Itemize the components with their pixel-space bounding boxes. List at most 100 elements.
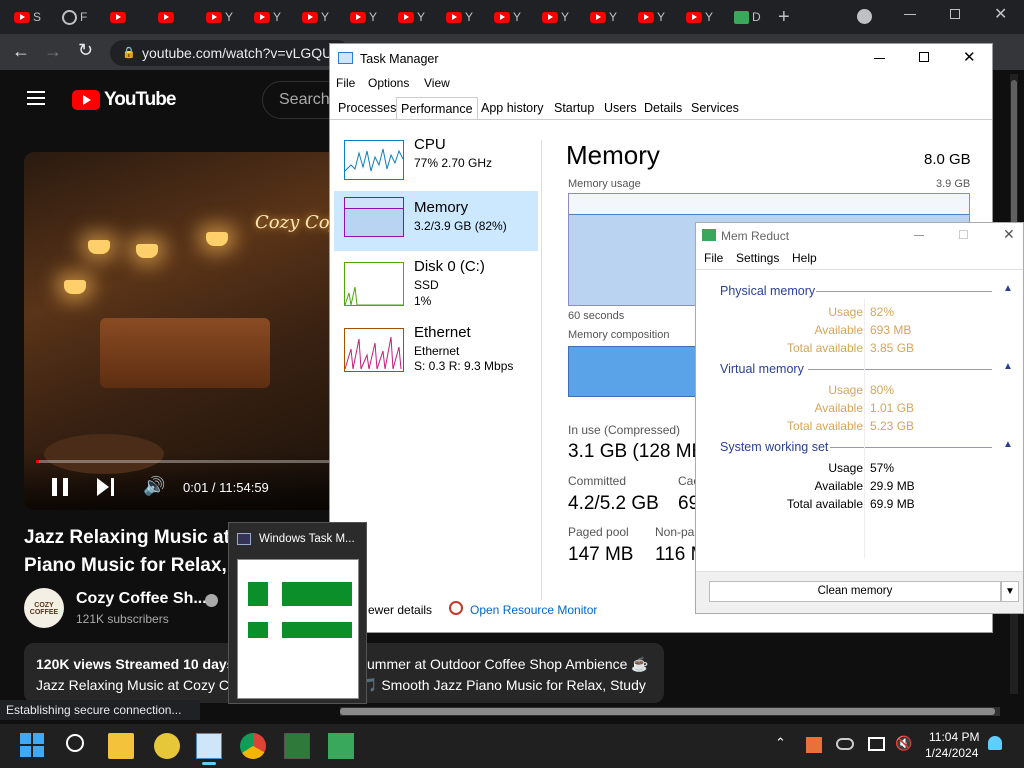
tm-side-ethernet[interactable]: Ethernet Ethernet S: 0.3 R: 9.3 Mbps xyxy=(334,322,538,382)
browser-tab[interactable]: Y xyxy=(198,6,244,28)
clean-dropdown-icon[interactable]: ▼ xyxy=(1001,581,1019,602)
tm-side-memory[interactable]: Memory 3.2/3.9 GB (82%) xyxy=(334,191,538,251)
bee-app-icon[interactable] xyxy=(154,733,180,759)
tm-tab-startup[interactable]: Startup xyxy=(550,97,598,119)
browser-tab[interactable]: Y xyxy=(534,6,580,28)
browser-tab[interactable]: Y xyxy=(630,6,676,28)
physical-usage-key: Usage xyxy=(828,305,863,319)
mem-reduct-tray-app-icon[interactable] xyxy=(328,733,354,759)
address-bar[interactable]: 🔒 youtube.com/watch?v=vLGQU xyxy=(110,40,350,66)
pause-icon[interactable] xyxy=(52,478,68,496)
browser-tab[interactable]: S xyxy=(6,6,52,28)
channel-name[interactable]: Cozy Coffee Sh... xyxy=(76,590,207,608)
browser-tab[interactable] xyxy=(150,6,196,28)
tray-app-icon[interactable] xyxy=(806,737,822,753)
tray-network-icon[interactable] xyxy=(868,737,885,751)
taskbar-search-icon[interactable] xyxy=(66,734,84,752)
browser-tab[interactable]: Y xyxy=(486,6,532,28)
memory-detail: 3.2/3.9 GB (82%) xyxy=(414,219,507,233)
mr-menu-settings[interactable]: Settings xyxy=(736,251,779,265)
task-manager-taskbar-icon[interactable] xyxy=(196,733,222,759)
working-set-collapse-icon[interactable]: ▲ xyxy=(1003,439,1013,450)
physical-collapse-icon[interactable]: ▲ xyxy=(1003,283,1013,294)
tray-cloud-icon[interactable] xyxy=(836,738,854,750)
channel-avatar[interactable]: COZY COFFEE xyxy=(24,588,64,628)
tm-tab-details[interactable]: Details xyxy=(640,97,686,119)
browser-tab[interactable]: D xyxy=(726,6,772,28)
mem-reduct-taskbar-icon[interactable] xyxy=(284,733,310,759)
taskbar-time[interactable]: 11:04 PM xyxy=(929,730,979,744)
memory-total: 8.0 GB xyxy=(924,151,971,168)
mr-menu-help[interactable]: Help xyxy=(792,251,817,265)
memory-composition-label: Memory composition xyxy=(568,329,670,341)
verified-icon xyxy=(205,594,218,607)
browser-tab[interactable]: Y xyxy=(294,6,340,28)
youtube-audio-icon xyxy=(110,11,126,23)
mr-maximize-icon[interactable] xyxy=(959,230,968,239)
virtual-memory-heading: Virtual memory xyxy=(720,362,804,376)
working-available-key: Available xyxy=(814,479,863,493)
tab-label: Y xyxy=(465,10,474,24)
taskbar-date[interactable]: 1/24/2024 xyxy=(925,746,978,760)
tm-tab-processes[interactable]: Processes xyxy=(334,97,400,119)
browser-tab[interactable]: Y xyxy=(390,6,436,28)
tm-side-disk[interactable]: Disk 0 (C:) SSD 1% xyxy=(334,256,538,316)
chrome-close-icon[interactable]: ✕ xyxy=(994,4,1007,24)
browser-tab[interactable]: Y xyxy=(342,6,388,28)
tray-chevron-icon[interactable]: ⌃ xyxy=(775,735,786,751)
disk-label: Disk 0 (C:) xyxy=(414,258,485,275)
reload-icon[interactable]: ↻ xyxy=(78,40,93,61)
description-line: Jazz Relaxing Music at Cozy Co xyxy=(36,677,237,693)
fewer-details-link[interactable]: ewer details xyxy=(368,603,432,617)
tm-side-cpu[interactable]: CPU 77% 2.70 GHz xyxy=(334,134,538,194)
youtube-logo[interactable]: YouTube xyxy=(72,89,176,111)
hamburger-menu-icon[interactable] xyxy=(27,91,45,105)
tm-maximize-icon[interactable] xyxy=(919,52,929,62)
chrome-icon[interactable] xyxy=(240,733,266,759)
taskbar-preview[interactable]: Windows Task M... xyxy=(228,522,367,704)
youtube-icon xyxy=(638,11,654,23)
next-bar xyxy=(111,478,114,496)
browser-tab[interactable]: Y xyxy=(438,6,484,28)
stat-committed-value: 4.2/5.2 GB xyxy=(568,493,659,514)
mr-minimize-icon[interactable] xyxy=(914,235,924,236)
tm-menu-options[interactable]: Options xyxy=(368,76,409,90)
chrome-restore-icon[interactable] xyxy=(950,9,960,19)
notification-bell-icon[interactable] xyxy=(988,736,1002,750)
tm-close-icon[interactable]: ✕ xyxy=(963,48,976,66)
new-tab-button[interactable]: + xyxy=(778,6,790,29)
start-windows-icon[interactable] xyxy=(20,733,44,757)
tm-minimize-icon[interactable] xyxy=(874,58,885,59)
browser-tab[interactable]: F xyxy=(54,6,100,28)
chrome-minimize-icon[interactable] xyxy=(904,14,916,15)
mr-menu-file[interactable]: File xyxy=(704,251,723,265)
horizontal-scrollbar-thumb[interactable] xyxy=(340,708,995,715)
back-icon[interactable]: ← xyxy=(12,41,30,62)
next-icon[interactable] xyxy=(97,478,109,496)
browser-tab[interactable]: Y xyxy=(246,6,292,28)
tab-search-icon[interactable] xyxy=(857,9,872,24)
physical-memory-line xyxy=(816,291,992,292)
virtual-available-value: 1.01 GB xyxy=(870,401,915,415)
tm-tab-services[interactable]: Services xyxy=(687,97,743,119)
tm-menu-file[interactable]: File xyxy=(336,76,355,90)
tm-tab-performance[interactable]: Performance xyxy=(396,97,478,119)
resource-monitor-icon xyxy=(449,601,463,615)
tm-menu-view[interactable]: View xyxy=(424,76,450,90)
tray-volume-muted-icon[interactable]: 🔇 xyxy=(895,735,912,752)
browser-tab[interactable]: Y xyxy=(678,6,724,28)
file-explorer-icon[interactable] xyxy=(108,733,134,759)
forward-icon[interactable]: → xyxy=(44,41,62,62)
browser-tab[interactable]: Y xyxy=(582,6,628,28)
tm-tab-app-history[interactable]: App history xyxy=(477,97,548,119)
browser-tab[interactable] xyxy=(102,6,148,28)
virtual-collapse-icon[interactable]: ▲ xyxy=(1003,361,1013,372)
clean-memory-button[interactable]: Clean memory xyxy=(709,581,1001,602)
disk-usage: 1% xyxy=(414,294,432,308)
mr-close-icon[interactable]: ✕ xyxy=(1003,226,1015,243)
volume-icon[interactable]: 🔊 xyxy=(143,476,165,497)
resource-monitor-link[interactable]: Open Resource Monitor xyxy=(470,603,597,617)
working-usage-key: Usage xyxy=(828,461,863,475)
tm-tab-users[interactable]: Users xyxy=(600,97,641,119)
mr-menu-divider xyxy=(696,269,1023,270)
